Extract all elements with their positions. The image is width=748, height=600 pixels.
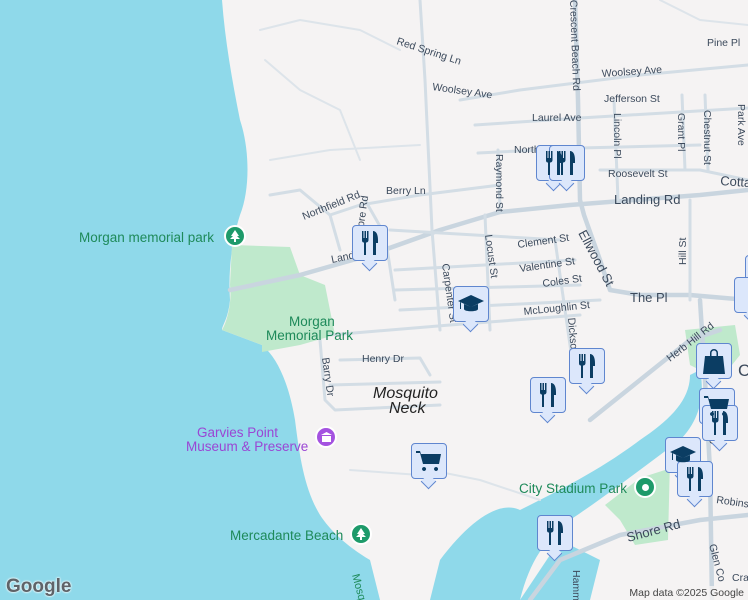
map-canvas[interactable]: Red Spring Ln Woolsey Ave Woolsey Ave Cr… <box>0 0 748 600</box>
svg-text:Red Spring Ln: Red Spring Ln <box>395 35 463 67</box>
fork-knife-icon <box>559 151 575 175</box>
svg-text:The Pl: The Pl <box>630 290 668 305</box>
fork-knife-icon <box>362 231 378 255</box>
restaurant-marker[interactable] <box>677 461 713 497</box>
svg-text:Locust St: Locust St <box>482 234 500 279</box>
shopping-bag-icon <box>703 349 725 374</box>
shopping-cart-icon <box>416 451 441 471</box>
svg-text:Woolsey Ave: Woolsey Ave <box>601 64 662 80</box>
grocery-marker[interactable] <box>411 443 447 479</box>
svg-text:Chestnut St: Chestnut St <box>701 110 713 165</box>
svg-text:Laurel Ave: Laurel Ave <box>532 112 582 124</box>
svg-text:Morgan memorial park: Morgan memorial park <box>79 230 214 245</box>
svg-text:Cra: Cra <box>732 572 748 584</box>
svg-text:Morgan: Morgan <box>289 314 335 329</box>
svg-text:Mercadante Beach: Mercadante Beach <box>230 528 343 543</box>
svg-text:Crescent Beach Rd: Crescent Beach Rd <box>567 0 582 91</box>
svg-text:Neck: Neck <box>389 400 426 417</box>
svg-text:Valentine St: Valentine St <box>519 255 576 275</box>
school-marker[interactable] <box>453 286 489 322</box>
fork-knife-icon <box>579 354 595 378</box>
svg-text:Memorial Park: Memorial Park <box>266 328 353 343</box>
restaurant-marker[interactable] <box>352 225 388 261</box>
dot-icon <box>641 483 649 491</box>
svg-text:Garvies Point: Garvies Point <box>197 425 278 440</box>
fork-knife-icon <box>687 467 703 491</box>
fork-knife-icon <box>712 411 728 435</box>
museum-pin-garvies-point[interactable] <box>315 426 337 448</box>
restaurant-marker[interactable] <box>537 515 573 551</box>
svg-text:Lincoln Pl: Lincoln Pl <box>611 113 623 159</box>
restaurant-marker[interactable] <box>530 377 566 413</box>
svg-text:Hamm: Hamm <box>570 570 582 600</box>
svg-text:Clement St: Clement St <box>517 232 570 251</box>
laptop-marker-partial[interactable] <box>734 277 748 313</box>
tree-icon <box>356 528 366 540</box>
tree-icon <box>230 230 240 242</box>
park-pin-mercadante-beach[interactable] <box>350 523 372 545</box>
svg-text:Henry Dr: Henry Dr <box>362 353 405 365</box>
park-pin-morgan-memorial[interactable] <box>224 225 246 247</box>
map-attribution[interactable]: Map data ©2025 Google <box>625 586 748 600</box>
svg-text:Robins: Robins <box>716 494 748 510</box>
fork-knife-icon <box>540 383 556 407</box>
svg-text:Raymond St: Raymond St <box>493 154 505 212</box>
svg-text:Museum & Preserve: Museum & Preserve <box>186 439 308 454</box>
svg-text:City Stadium Park: City Stadium Park <box>519 481 627 496</box>
graduation-cap-icon <box>458 295 484 312</box>
restaurant-marker[interactable] <box>569 348 605 384</box>
fork-knife-icon <box>547 521 563 545</box>
svg-text:Pine Pl: Pine Pl <box>707 37 740 49</box>
svg-text:Park Ave: Park Ave <box>735 104 747 146</box>
museum-icon <box>320 431 332 442</box>
svg-text:Berry Ln: Berry Ln <box>386 185 426 197</box>
shopping-marker[interactable] <box>696 343 732 379</box>
svg-text:Hill St: Hill St <box>677 237 689 265</box>
svg-text:Cotta: Cotta <box>720 173 748 190</box>
google-logo[interactable]: Google <box>6 576 71 598</box>
svg-text:Jefferson St: Jefferson St <box>604 93 660 105</box>
svg-text:Roosevelt St: Roosevelt St <box>608 168 668 180</box>
park-pin-city-stadium[interactable] <box>634 476 656 498</box>
svg-text:Landing Rd: Landing Rd <box>614 192 681 207</box>
svg-text:Grant Pl: Grant Pl <box>675 113 687 152</box>
graduation-cap-icon <box>670 446 696 463</box>
svg-text:C: C <box>738 361 748 380</box>
